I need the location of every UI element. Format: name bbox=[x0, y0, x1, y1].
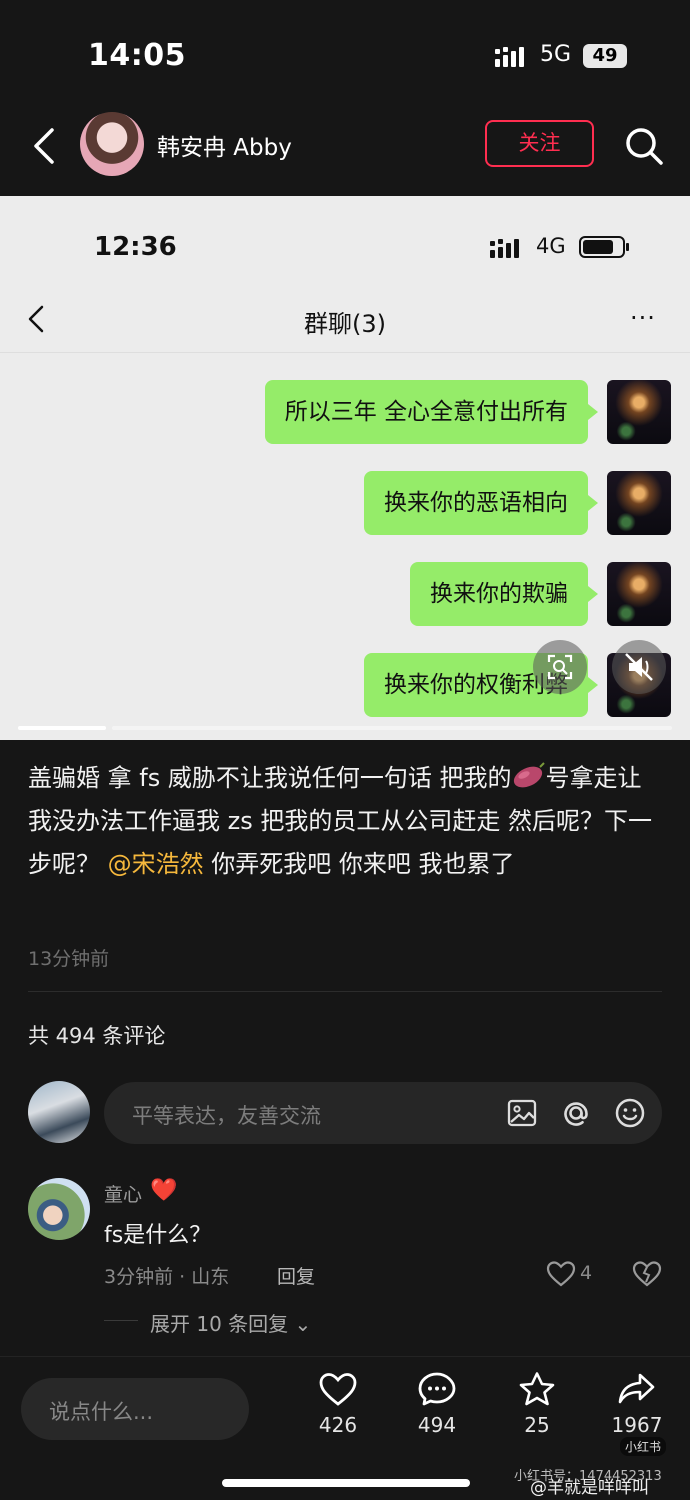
comment-total: 494 bbox=[417, 1413, 457, 1437]
chat-avatar bbox=[607, 380, 671, 444]
share-icon bbox=[618, 1373, 655, 1404]
comment-count: 共 494 条评论 bbox=[28, 1024, 166, 1048]
chat-message: 所以三年 全心全意付出所有 bbox=[264, 380, 599, 444]
status-time: 14:05 bbox=[88, 38, 186, 73]
like-button[interactable]: 426 bbox=[303, 1371, 373, 1437]
comment-like-count: 4 bbox=[580, 1262, 593, 1284]
comment-button[interactable]: 494 bbox=[402, 1371, 472, 1437]
red-heart-icon: ❤️ bbox=[150, 1178, 178, 1203]
author-avatar[interactable] bbox=[80, 112, 144, 176]
chat-message: 换来你的恶语相向 bbox=[364, 471, 598, 535]
favorite-count: 25 bbox=[524, 1413, 550, 1437]
star-icon bbox=[519, 1372, 555, 1406]
search-icon[interactable] bbox=[622, 122, 666, 170]
sweet-potato-icon bbox=[511, 761, 546, 788]
follow-button[interactable]: 关注 bbox=[485, 120, 594, 167]
comment-text: fs是什么？ bbox=[104, 1223, 212, 1248]
image-progress-active bbox=[18, 726, 106, 730]
embedded-more-icon: ··· bbox=[630, 304, 656, 332]
note-header: 韩安冉 Abby 关注 bbox=[0, 100, 690, 196]
scan-icon bbox=[547, 654, 573, 680]
commenter-name[interactable]: 童心 bbox=[104, 1180, 142, 1207]
comment-icon bbox=[418, 1372, 456, 1406]
embedded-network-type: 4G bbox=[536, 234, 566, 258]
favorite-button[interactable]: 25 bbox=[502, 1371, 572, 1437]
mute-icon bbox=[625, 653, 653, 681]
app-watermark: 小红书 bbox=[620, 1437, 667, 1456]
reply-button[interactable]: 回复 bbox=[277, 1262, 315, 1289]
signal-icon bbox=[495, 47, 524, 67]
post-time: 13分钟前 bbox=[28, 948, 110, 970]
post-text: 盖骗婚 拿 fs 威胁不让我说任何一句话 把我的 号拿走让我没办法工作逼我 zs… bbox=[28, 757, 664, 886]
embedded-battery-icon bbox=[579, 236, 625, 258]
chat-avatar bbox=[607, 562, 671, 626]
emoji-icon[interactable] bbox=[612, 1095, 648, 1131]
embedded-signal-icon bbox=[490, 239, 519, 258]
comment-meta: 3分钟前 · 山东 bbox=[104, 1266, 230, 1288]
mute-button[interactable] bbox=[612, 640, 666, 694]
chat-message: 换来你的欺骗 bbox=[410, 562, 598, 626]
mention-link[interactable]: @宋浩然 bbox=[108, 850, 204, 878]
embedded-chat-title: 群聊(3) bbox=[304, 310, 386, 338]
expand-replies-button[interactable]: 展开 10 条回复 ⌄ bbox=[150, 1308, 311, 1337]
say-something-input[interactable]: 说点什么... bbox=[21, 1378, 249, 1440]
comment-like-icon[interactable] bbox=[546, 1260, 576, 1288]
image-icon[interactable] bbox=[504, 1095, 540, 1131]
embedded-time: 12:36 bbox=[94, 232, 177, 262]
network-type: 5G bbox=[540, 42, 572, 67]
image-search-button[interactable] bbox=[533, 640, 587, 694]
battery-indicator: 49 bbox=[583, 44, 627, 68]
image-progress-track bbox=[112, 726, 672, 730]
share-count: 1967 bbox=[611, 1413, 663, 1437]
chat-avatar bbox=[607, 471, 671, 535]
status-bar: 14:05 5G 49 bbox=[0, 0, 690, 100]
bottom-action-bar: 说点什么... 426 494 25 1967 小红书 小红书号：1474452… bbox=[0, 1356, 690, 1500]
chevron-down-icon: ⌄ bbox=[294, 1312, 312, 1336]
share-button[interactable]: 1967 bbox=[602, 1371, 672, 1437]
divider bbox=[28, 991, 662, 992]
commenter-avatar[interactable] bbox=[28, 1178, 90, 1240]
home-indicator[interactable] bbox=[222, 1479, 470, 1487]
my-avatar bbox=[28, 1081, 90, 1143]
comment-dislike-icon[interactable] bbox=[632, 1260, 662, 1288]
author-name[interactable]: 韩安冉 Abby bbox=[157, 128, 292, 162]
comment-input[interactable]: 平等表达，友善交流 bbox=[104, 1082, 662, 1144]
mention-icon[interactable] bbox=[558, 1095, 594, 1131]
back-icon[interactable] bbox=[26, 122, 66, 170]
comment-input-placeholder: 平等表达，友善交流 bbox=[132, 1104, 321, 1128]
like-count: 426 bbox=[318, 1413, 358, 1437]
weibo-watermark: @羊就是咩咩叫 bbox=[530, 1478, 649, 1498]
note-image[interactable]: 12:36 4G 群聊(3) ··· 所以三年 全心全意付出所有 换来你的恶语相… bbox=[0, 196, 690, 740]
heart-icon bbox=[319, 1373, 357, 1406]
